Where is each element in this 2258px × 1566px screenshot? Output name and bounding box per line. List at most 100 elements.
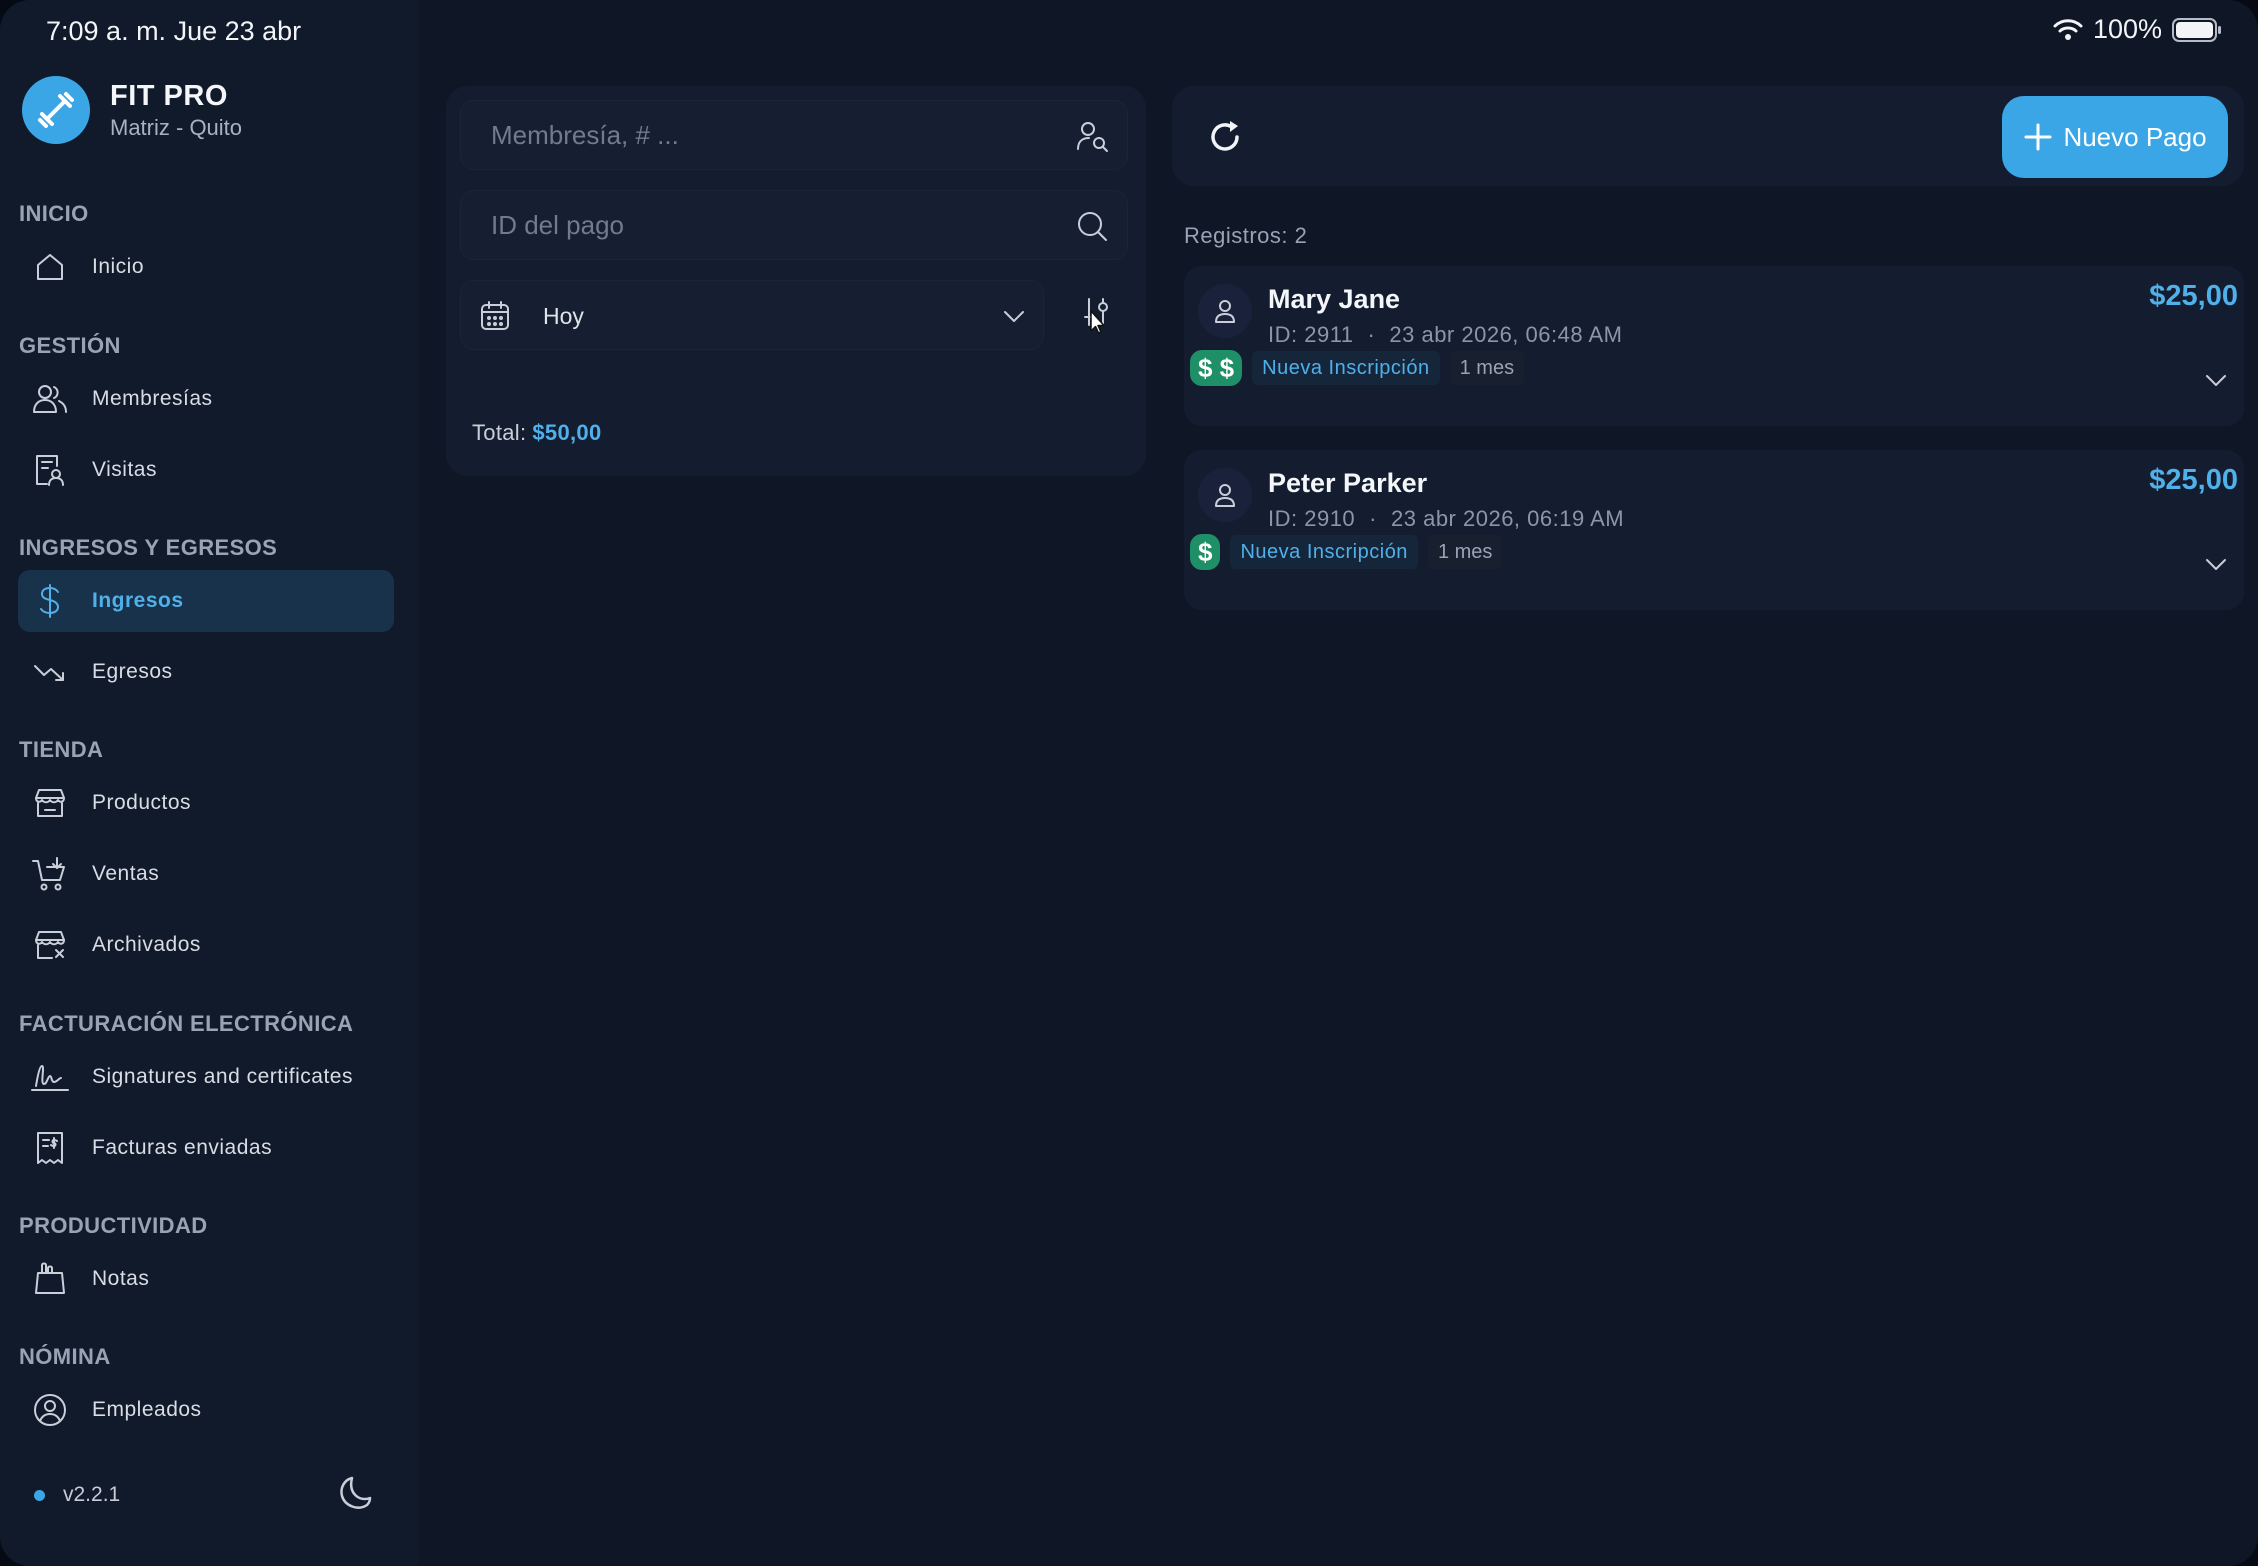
archive-store-icon [35,931,65,959]
section-title-gestion: GESTIÓN [19,333,121,358]
payer-name: Mary Jane [1268,284,1401,314]
theme-toggle[interactable] [336,1470,380,1514]
visits-icon [36,455,64,486]
battery-percent: 100% [2092,14,2162,44]
filter-settings-button[interactable] [1072,290,1122,340]
sidebar-item-label: Ingresos [92,589,184,612]
brand[interactable]: FIT PRO Matriz - Quito [22,76,242,144]
refresh-icon [1211,121,1239,151]
signature-icon [31,1065,69,1091]
payment-meta: ID: 2910 · 23 abr 2026, 06:19 AM [1268,506,1624,532]
dollar-icon [40,584,59,618]
sidebar-item-archivados[interactable]: Archivados [18,914,394,976]
payment-id: ID: 2910 [1268,506,1356,531]
status-dot [34,1489,45,1501]
sidebar-item-label: Productos [92,791,192,814]
sidebar-item-label: Notas [92,1267,150,1290]
sidebar-item-inicio[interactable]: Inicio [18,236,394,298]
app-screen: FIT PRO Matriz - Quito INICIO Inicio GES… [0,0,2258,1566]
sliders-icon [1084,298,1108,334]
chevron-down-icon[interactable] [2202,550,2230,578]
meta-separator: · [1367,322,1376,347]
filter-panel: Membresía, # ... ID del pago Hoy Total: $… [446,86,1146,476]
payment-id: ID: 2911 [1268,322,1354,347]
version-label: v2.2.1 [63,1483,121,1506]
payment-card[interactable]: Peter Parker ID: 2910 · 23 abr 2026, 06:19… [1184,450,2244,610]
section-title-facturacion: FACTURACIÓN ELECTRÓNICA [19,1011,354,1036]
payment-amount: $25,00 [2149,464,2238,496]
payment-type-tag: Nueva Inscripción [1252,351,1440,385]
meta-separator: · [1369,506,1377,531]
sidebar-item-label: Membresías [92,387,213,410]
dumbbell-icon [22,76,90,144]
employee-icon [34,1394,66,1426]
sidebar-item-membresias[interactable]: Membresías [18,368,394,430]
store-icon [35,789,65,817]
refresh-button[interactable] [1200,112,1250,162]
payment-period-tag: 1 mes [1427,535,1503,569]
total-label: Total: [472,420,527,445]
payment-datetime: 23 abr 2026, 06:48 AM [1389,322,1623,347]
brand-subtitle: Matriz - Quito [110,114,243,140]
payment-datetime: 23 abr 2026, 06:19 AM [1391,506,1625,531]
notes-icon [35,1262,65,1294]
membership-search-input[interactable]: Membresía, # ... [460,100,1128,170]
payment-method-badge: $ [1190,534,1221,570]
sidebar-item-empleados[interactable]: Empleados [18,1379,394,1441]
chevron-down-icon[interactable] [2202,366,2230,394]
plus-icon [2024,123,2052,151]
sidebar-item-productos[interactable]: Productos [18,772,394,834]
date-range-select[interactable]: Hoy [460,280,1044,350]
section-title-nomina: NÓMINA [19,1344,111,1369]
payment-period-tag: 1 mes [1449,351,1525,385]
sidebar-item-ingresos[interactable]: Ingresos [18,570,394,632]
total-amount: $50,00 [532,420,602,445]
chevron-down-icon [1004,311,1024,322]
payer-name: Peter Parker [1268,468,1428,498]
sidebar-item-label: Inicio [92,255,145,278]
payment-meta: ID: 2911 · 23 abr 2026, 06:48 AM [1268,322,1623,348]
sidebar-item-facturas[interactable]: Facturas enviadas [18,1117,394,1179]
records-count: Registros: 2 [1184,223,1308,248]
section-title-productividad: PRODUCTIVIDAD [19,1213,208,1238]
sidebar-item-visitas[interactable]: Visitas [18,439,394,501]
sidebar-item-ventas[interactable]: Ventas [18,843,394,905]
brand-name: FIT PRO [110,79,228,112]
battery-icon [2172,17,2221,42]
sidebar: FIT PRO Matriz - Quito INICIO Inicio GES… [0,0,418,1566]
sidebar-item-egresos[interactable]: Egresos [18,641,394,703]
search-icon[interactable] [1075,209,1109,243]
sidebar-item-label: Ventas [92,862,160,885]
payment-card[interactable]: Mary Jane ID: 2911 · 23 abr 2026, 06:48 AM… [1184,266,2244,426]
payment-id-placeholder: ID del pago [491,210,624,240]
sidebar-item-signatures[interactable]: Signatures and certificates [18,1046,394,1108]
new-payment-button[interactable]: Nuevo Pago [2002,96,2228,178]
membership-search-placeholder: Membresía, # ... [491,120,679,150]
user-icon [1215,484,1235,507]
calendar-icon [481,301,509,330]
payment-type-tag: Nueva Inscripción [1230,535,1418,569]
home-icon [37,254,63,280]
wifi-icon [2053,18,2083,40]
section-title-ingresos-egresos: INGRESOS Y EGRESOS [19,535,278,560]
total-summary: Total: $50,00 [472,420,601,446]
sidebar-item-label: Signatures and certificates [92,1065,353,1088]
sidebar-item-label: Facturas enviadas [92,1136,273,1159]
section-title-inicio: INICIO [19,201,89,226]
users-icon [33,385,67,413]
sidebar-item-notas[interactable]: Notas [18,1248,394,1310]
payment-tags: $ $ Nueva Inscripción 1 mes [1190,350,1525,386]
sidebar-item-label: Egresos [92,660,173,683]
trend-down-icon [34,665,64,681]
status-indicators: 100% [2053,14,2222,45]
payment-method-badge: $ $ [1190,350,1243,386]
user-icon [1215,300,1235,323]
payment-tags: $ Nueva Inscripción 1 mes [1190,534,1503,570]
payment-id-input[interactable]: ID del pago [460,190,1128,260]
section-title-tienda: TIENDA [19,737,104,762]
moon-icon [340,1476,372,1509]
payment-amount: $25,00 [2149,280,2238,312]
sidebar-item-label: Empleados [92,1398,202,1421]
avatar [1198,468,1252,522]
cart-icon [32,857,65,891]
